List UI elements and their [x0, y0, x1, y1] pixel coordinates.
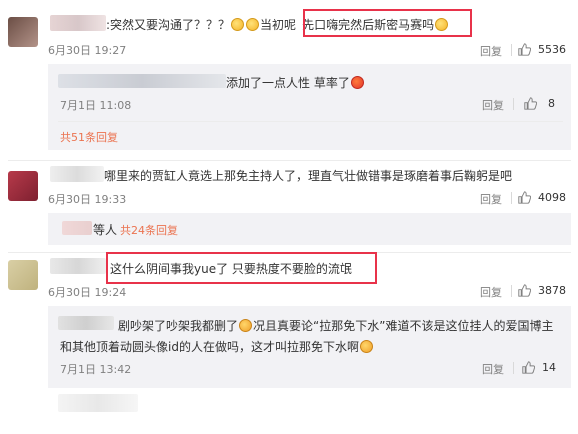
reply-button[interactable]: 回复 [482, 361, 504, 377]
divider [8, 160, 571, 161]
avatar[interactable] [8, 171, 38, 201]
thumbs-up-icon[interactable] [524, 97, 537, 110]
sad-emoji [239, 319, 253, 332]
reply-button[interactable]: 回复 [482, 97, 504, 113]
comment-date: 6月30日 19:27 [48, 44, 127, 57]
avatar[interactable] [8, 17, 38, 47]
divider [58, 121, 563, 122]
username-redacted[interactable] [58, 74, 226, 88]
reply-button[interactable]: 回复 [480, 284, 502, 300]
username-redacted[interactable] [50, 258, 106, 274]
comment-text: 哪里来的贾缸人竟选上那免主持人了，理直气壮做错事是琢磨着事后鞠躬是吧 [104, 169, 513, 183]
reply-text: 剧吵架了吵架我都删了 况且真要论“拉那免下水”难道不该是这位挂人的爱国博主 [118, 319, 554, 333]
like-count: 14 [542, 361, 556, 374]
comment-text: 这什么阴间事我yue了 只要热度不要脸的流氓 [110, 262, 352, 276]
reply-button[interactable]: 回复 [480, 43, 502, 59]
sad-emoji [359, 340, 373, 353]
username-redacted[interactable] [58, 316, 114, 330]
reply-date: 7月1日 13:42 [60, 363, 132, 376]
highlight-box [303, 9, 472, 37]
reply-date: 7月1日 11:08 [60, 99, 132, 112]
thumbs-up-icon[interactable] [518, 191, 531, 204]
angry-emoji [350, 76, 364, 89]
like-count: 4098 [538, 191, 566, 204]
sweat-smile-emoji [231, 18, 245, 31]
sweat-smile-emoji [246, 18, 260, 31]
avatar[interactable] [8, 260, 38, 290]
divider [513, 362, 514, 374]
like-count: 5536 [538, 43, 566, 56]
username-redacted[interactable] [50, 15, 106, 31]
thumbs-up-icon[interactable] [522, 361, 535, 374]
like-count: 8 [548, 97, 555, 110]
more-replies-link[interactable]: 共24条回复 [120, 222, 178, 238]
reply-button[interactable]: 回复 [480, 191, 502, 207]
thumbs-up-icon[interactable] [518, 43, 531, 56]
more-replies-link[interactable]: 共51条回复 [60, 129, 118, 145]
divider [513, 98, 514, 110]
username-redacted[interactable] [50, 166, 104, 182]
divider [511, 192, 512, 204]
reply-text: 和其他顶着动圆头像id的人在做吗，这才叫拉那免下水啊 [60, 338, 374, 355]
reply-summary: 等人 [93, 223, 118, 237]
username-redacted [58, 394, 138, 412]
comment-date: 6月30日 19:33 [48, 193, 127, 206]
divider [511, 44, 512, 56]
like-count: 3878 [538, 284, 566, 297]
username-redacted[interactable] [62, 221, 92, 235]
thumbs-up-icon[interactable] [518, 284, 531, 297]
divider [511, 285, 512, 297]
comment-date: 6月30日 19:24 [48, 286, 127, 299]
reply-text: 添加了一点人性 草率了 [226, 74, 365, 91]
